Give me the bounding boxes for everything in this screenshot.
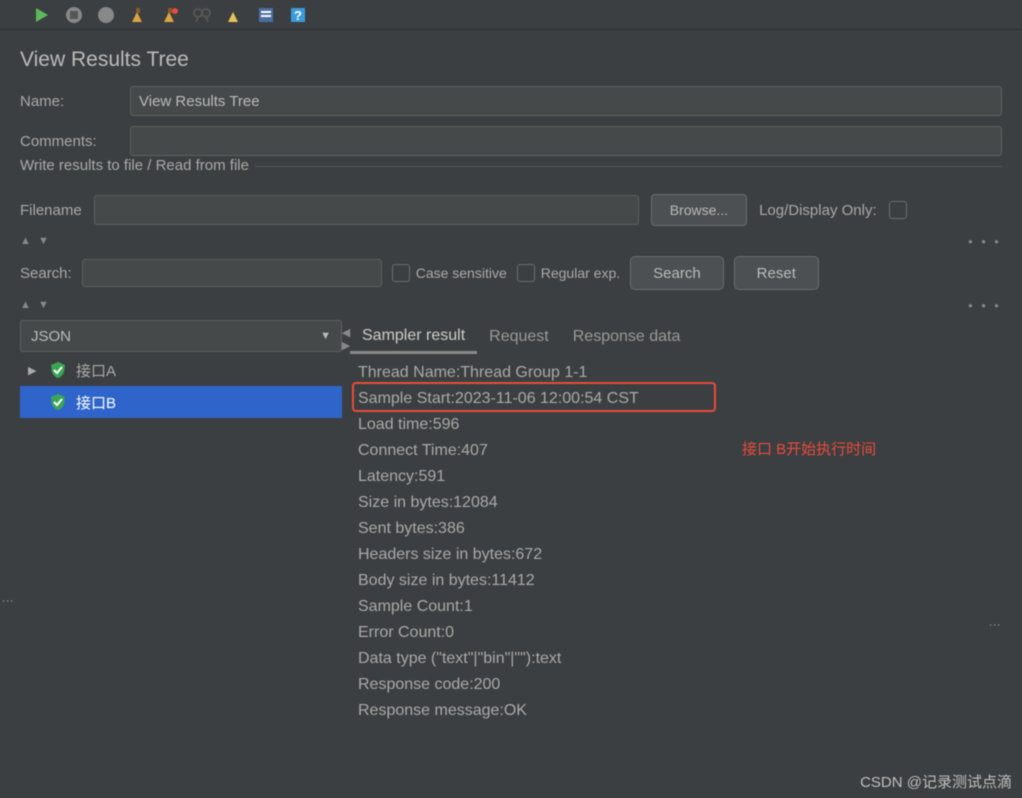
name-input[interactable] [130, 86, 1002, 116]
expand-arrow-icon[interactable]: ▶ [28, 364, 40, 377]
run-icon[interactable] [30, 3, 54, 27]
result-line: Thread Name:Thread Group 1-1 [350, 360, 994, 386]
main-toolbar: ? [0, 0, 1022, 30]
left-grip-icon[interactable]: ⋮ [1, 595, 15, 607]
results-tree: ▶ 接口A 接口B [20, 354, 342, 750]
filename-label: Filename [20, 202, 82, 219]
logdisplay-checkbox[interactable] [889, 201, 907, 219]
help-icon[interactable]: ? [286, 3, 310, 27]
collapse-bar-2[interactable]: ▲ ▼● ● ● [20, 296, 1002, 314]
filename-input[interactable] [94, 195, 639, 225]
clear-icon[interactable] [126, 3, 150, 27]
search-label: Search: [20, 265, 72, 282]
tree-item-a[interactable]: ▶ 接口A [20, 354, 342, 386]
result-line: Sent bytes:386 [350, 516, 994, 542]
sampler-result-body: Thread Name:Thread Group 1-1 Sample Star… [350, 354, 994, 730]
result-tabs: Sampler result Request Response data [350, 320, 994, 354]
regex-checkbox[interactable] [517, 264, 535, 282]
clear-all-icon[interactable] [158, 3, 182, 27]
tree-item-b[interactable]: 接口B [20, 386, 342, 418]
splitter-handle[interactable]: ◀▶ [342, 320, 350, 750]
result-line: Data type ("text"|"bin"|""):text [350, 646, 994, 672]
renderer-selected: JSON [31, 328, 71, 345]
tree-item-label: 接口A [76, 360, 116, 381]
file-section-legend: Write results to file / Read from file [20, 166, 1002, 186]
result-line: Latency:591 [350, 464, 994, 490]
collapse-bar-1[interactable]: ▲ ▼● ● ● [20, 232, 1002, 250]
name-label: Name: [20, 93, 120, 110]
result-line: Connect Time:407 [350, 438, 994, 464]
tab-response-data[interactable]: Response data [561, 322, 693, 352]
clear-search-icon[interactable] [222, 3, 246, 27]
regex-label: Regular exp. [541, 265, 620, 281]
result-line: Response message:OK [350, 698, 994, 724]
comments-input[interactable] [130, 126, 1002, 156]
result-line: Sample Count:1 [350, 594, 994, 620]
reset-button[interactable]: Reset [734, 256, 819, 290]
success-shield-icon [48, 392, 68, 412]
stop-icon[interactable] [62, 3, 86, 27]
tab-request[interactable]: Request [477, 322, 561, 352]
browse-button[interactable]: Browse... [651, 194, 747, 226]
page-title: View Results Tree [20, 38, 1002, 86]
comments-label: Comments: [20, 133, 120, 150]
svg-text:?: ? [294, 8, 302, 23]
result-line: Error Count:0 [350, 620, 994, 646]
success-shield-icon [48, 360, 68, 380]
search-button[interactable]: Search [630, 256, 724, 290]
result-line: Headers size in bytes:672 [350, 542, 994, 568]
case-sensitive-checkbox[interactable] [392, 264, 410, 282]
grip-icon[interactable]: ⋮ [994, 320, 1002, 750]
watermark-text: CSDN @记录测试点滴 [860, 771, 1012, 792]
result-line: Load time:596 [350, 412, 994, 438]
result-line: Body size in bytes:11412 [350, 568, 994, 594]
tab-sampler-result[interactable]: Sampler result [350, 321, 477, 354]
shutdown-icon[interactable] [94, 3, 118, 27]
function-icon[interactable] [254, 3, 278, 27]
search-input[interactable] [82, 259, 382, 287]
annotation-text: 接口 B开始执行时间 [742, 438, 876, 459]
renderer-combo[interactable]: JSON ▼ [20, 320, 342, 352]
chevron-down-icon: ▼ [320, 330, 331, 342]
result-line: Size in bytes:12084 [350, 490, 994, 516]
case-sensitive-label: Case sensitive [416, 265, 507, 281]
search-icon[interactable] [190, 3, 214, 27]
result-line: Sample Start:2023-11-06 12:00:54 CST [350, 386, 994, 412]
result-line: Response code:200 [350, 672, 994, 698]
tree-item-label: 接口B [76, 392, 116, 413]
logdisplay-label: Log/Display Only: [759, 202, 877, 219]
